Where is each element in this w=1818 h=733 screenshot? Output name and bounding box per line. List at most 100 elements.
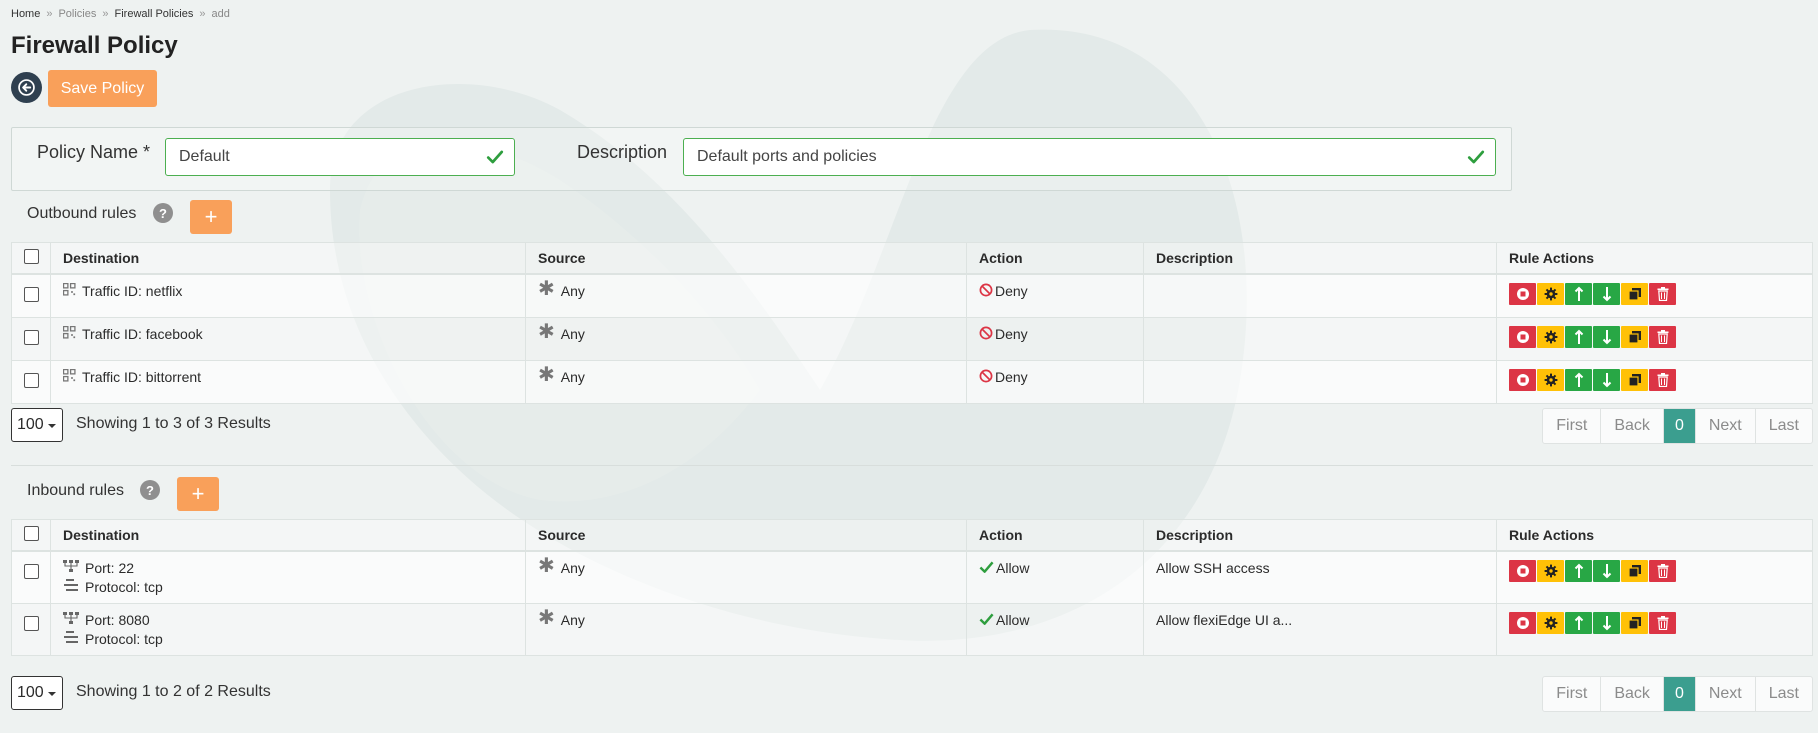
delete-rule-button[interactable]: [1649, 612, 1676, 634]
copy-rule-button[interactable]: [1621, 612, 1648, 634]
column-action[interactable]: Action: [966, 242, 1144, 275]
pager-next[interactable]: Next: [1694, 409, 1755, 443]
row-checkbox[interactable]: [23, 373, 39, 388]
column-description[interactable]: Description: [1143, 519, 1497, 552]
delete-rule-button[interactable]: [1649, 283, 1676, 305]
edit-rule-button[interactable]: [1537, 612, 1564, 634]
table-row[interactable]: Traffic ID: bittorrent ✱ Any Deny: [11, 360, 1813, 404]
traffic-id-text: Traffic ID: facebook: [82, 326, 203, 342]
column-destination[interactable]: Destination: [50, 242, 526, 275]
table-row[interactable]: Port: 22 Protocol: tcp ✱ Any Allow Allow SSH …: [11, 550, 1813, 604]
edit-rule-button[interactable]: [1537, 283, 1564, 305]
select-all-checkbox[interactable]: [23, 526, 39, 541]
gear-icon: [1544, 330, 1557, 344]
delete-rule-button[interactable]: [1649, 560, 1676, 582]
edit-rule-button[interactable]: [1537, 560, 1564, 582]
rule-actions: [1509, 369, 1800, 391]
select-all-checkbox[interactable]: [23, 249, 39, 264]
row-checkbox[interactable]: [23, 564, 39, 579]
table-row[interactable]: Traffic ID: facebook ✱ Any Deny: [11, 317, 1813, 361]
table-row[interactable]: Port: 8080 Protocol: tcp ✱ Any Allow Allow fl…: [11, 603, 1813, 656]
stop-rule-button[interactable]: [1509, 326, 1536, 348]
copy-rule-button[interactable]: [1621, 369, 1648, 391]
policy-name-input[interactable]: Default: [165, 138, 515, 176]
move-down-button[interactable]: [1593, 369, 1620, 391]
column-destination[interactable]: Destination: [50, 519, 526, 552]
breadcrumb-policies[interactable]: Policies: [58, 8, 96, 20]
policy-form: Policy Name * Default Description Defaul…: [11, 127, 1512, 191]
trash-icon: [1657, 287, 1668, 301]
move-up-button[interactable]: [1565, 612, 1592, 634]
copy-rule-button[interactable]: [1621, 560, 1648, 582]
network-port-icon: [63, 612, 79, 624]
stop-rule-button[interactable]: [1509, 612, 1536, 634]
add-outbound-rule-button[interactable]: +: [190, 200, 232, 234]
stop-icon: [1516, 288, 1529, 300]
valid-check-icon: [486, 150, 504, 164]
move-up-button[interactable]: [1565, 326, 1592, 348]
delete-rule-button[interactable]: [1649, 369, 1676, 391]
back-button[interactable]: [11, 72, 42, 103]
edit-rule-button[interactable]: [1537, 369, 1564, 391]
network-port-icon: [63, 560, 79, 572]
gear-icon: [1544, 373, 1557, 387]
description-value: Default ports and policies: [697, 148, 877, 165]
row-checkbox[interactable]: [23, 616, 39, 631]
move-up-button[interactable]: [1565, 283, 1592, 305]
inbound-per-page-select[interactable]: 100: [11, 676, 63, 710]
column-source[interactable]: Source: [525, 242, 967, 275]
save-policy-button[interactable]: Save Policy: [48, 70, 157, 107]
description-cell: [1143, 317, 1497, 361]
per-page-value: 100: [17, 416, 44, 433]
rule-actions: [1509, 283, 1800, 305]
add-inbound-rule-button[interactable]: +: [177, 477, 219, 511]
stop-rule-button[interactable]: [1509, 369, 1536, 391]
delete-rule-button[interactable]: [1649, 326, 1676, 348]
pager-next[interactable]: Next: [1694, 677, 1755, 711]
pager-back[interactable]: Back: [1600, 677, 1663, 711]
deny-icon: [979, 326, 993, 340]
breadcrumb-firewall-policies[interactable]: Firewall Policies: [115, 8, 194, 20]
move-up-button[interactable]: [1565, 560, 1592, 582]
pager-first[interactable]: First: [1543, 677, 1600, 711]
inbound-help-icon[interactable]: ?: [140, 480, 160, 500]
asterisk-icon: ✱: [538, 321, 555, 343]
stop-rule-button[interactable]: [1509, 283, 1536, 305]
outbound-per-page-select[interactable]: 100: [11, 408, 63, 442]
protocol-icon: [64, 631, 78, 643]
table-row[interactable]: Traffic ID: netflix ✱ Any Deny: [11, 273, 1813, 318]
copy-icon: [1627, 288, 1641, 301]
move-down-button[interactable]: [1593, 283, 1620, 305]
protocol-text: Protocol: tcp: [85, 631, 163, 647]
edit-rule-button[interactable]: [1537, 326, 1564, 348]
outbound-help-icon[interactable]: ?: [153, 203, 173, 223]
stop-rule-button[interactable]: [1509, 560, 1536, 582]
pager-current[interactable]: 0: [1662, 409, 1695, 443]
policy-name-value: Default: [179, 148, 230, 165]
port-text: Port: 8080: [85, 612, 150, 628]
action-cell: Deny: [966, 273, 1144, 318]
destination-cell: Traffic ID: facebook: [50, 317, 526, 361]
move-up-button[interactable]: [1565, 369, 1592, 391]
pager-first[interactable]: First: [1543, 409, 1600, 443]
pager-current[interactable]: 0: [1662, 677, 1695, 711]
move-down-button[interactable]: [1593, 560, 1620, 582]
pager-last[interactable]: Last: [1754, 409, 1812, 443]
rule-actions-cell: [1496, 360, 1813, 404]
pager-last[interactable]: Last: [1754, 677, 1812, 711]
rule-actions-cell: [1496, 603, 1813, 656]
column-action[interactable]: Action: [966, 519, 1144, 552]
row-checkbox[interactable]: [23, 287, 39, 302]
row-checkbox[interactable]: [23, 330, 39, 345]
column-description[interactable]: Description: [1143, 242, 1497, 275]
move-down-button[interactable]: [1593, 612, 1620, 634]
section-divider: [11, 465, 1813, 466]
copy-rule-button[interactable]: [1621, 326, 1648, 348]
copy-rule-button[interactable]: [1621, 283, 1648, 305]
description-input[interactable]: Default ports and policies: [683, 138, 1496, 176]
column-source[interactable]: Source: [525, 519, 967, 552]
breadcrumb-home[interactable]: Home: [11, 8, 40, 20]
pager-back[interactable]: Back: [1600, 409, 1663, 443]
description-text: Allow SSH access: [1156, 560, 1270, 576]
move-down-button[interactable]: [1593, 326, 1620, 348]
